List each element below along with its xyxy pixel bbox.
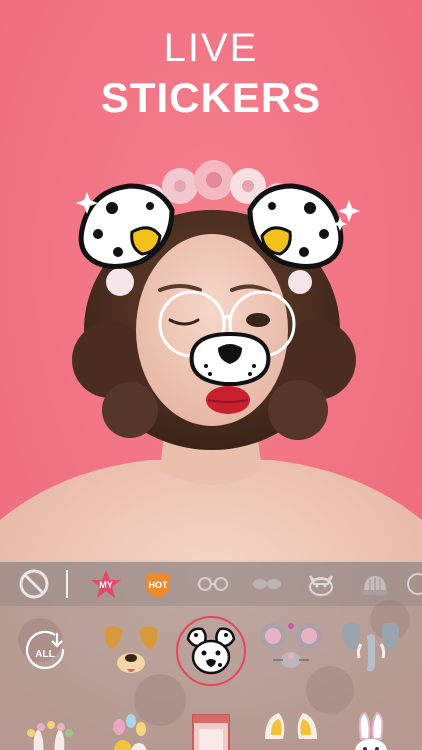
download-all-icon: ALL [25,630,65,670]
tab-my[interactable]: MY [86,566,126,602]
sticker-candy-booth[interactable] [176,702,246,750]
glasses-icon [198,577,228,591]
sticker-tray: MY HOT ALL [0,562,422,750]
cat-face-icon [309,575,333,596]
sticker-dalmatian[interactable] [176,616,246,686]
sticker-elephant[interactable] [336,614,406,684]
white-bunny-icon [355,711,387,750]
star-badge-icon: MY [91,570,121,598]
elephant-ears-icon [343,622,399,672]
partial-sticker-icon [407,573,422,595]
sticker-fox-ears[interactable] [256,702,326,750]
sticker-mouse[interactable] [256,614,326,684]
yellow-fox-ears-icon [265,713,317,739]
headline-line-1: LIVE [163,26,259,70]
no-sticker-icon [19,569,49,599]
all-stickers-button[interactable]: ALL [12,616,82,686]
sticker-bunny-flowers[interactable] [14,702,84,750]
grey-mouse-ears-icon [260,623,322,668]
sticker-white-bunny[interactable] [336,702,406,750]
sticker-category-bar: MY HOT [0,562,422,606]
tab-hat[interactable] [352,566,398,602]
bunny-flower-crown-icon [27,721,73,750]
easter-eggs-icon [113,714,147,750]
sticker-grid: ALL [0,606,422,750]
brown-dog-ears-icon [104,626,158,673]
app-screen: LIVE STICKERS MY HOT ALL [0,0,422,750]
tab-sunglasses[interactable] [244,566,290,602]
headline-line-2: STICKERS [100,74,322,121]
sticker-easter-eggs[interactable] [96,702,166,750]
cloud-badge-icon: HOT [146,573,170,597]
tab-my-label: MY [99,580,113,590]
sticker-dog-brown[interactable] [96,616,166,686]
tab-divider [66,570,68,598]
sunglasses-icon [253,579,281,589]
no-sticker-button[interactable] [14,566,54,602]
tab-more-partial[interactable] [404,566,422,602]
promo-headline: LIVE STICKERS [0,26,422,122]
tab-glasses[interactable] [190,566,236,602]
selected-ring [176,616,246,686]
all-label: ALL [35,649,54,660]
knit-hat-icon [363,576,387,595]
tab-hot[interactable]: HOT [138,566,178,602]
tab-hot-label: HOT [149,580,169,590]
candy-booth-icon [192,714,230,750]
tab-cat[interactable] [298,566,344,602]
